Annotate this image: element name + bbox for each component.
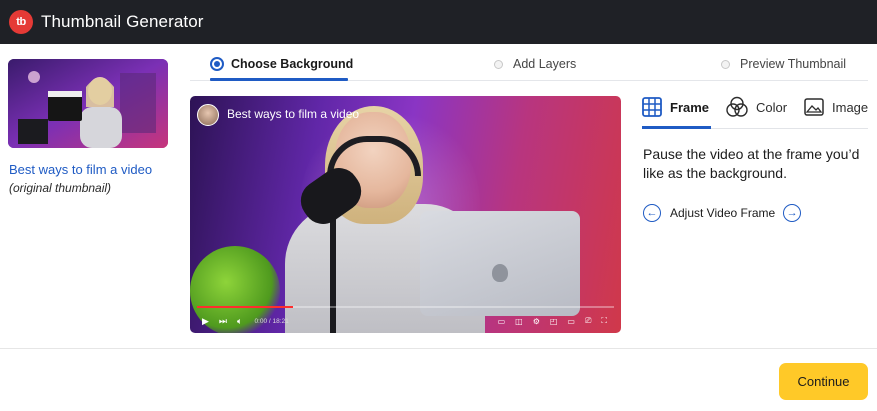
original-video-title[interactable]: Best ways to film a video: [9, 162, 152, 177]
tab-active-underline: [642, 126, 711, 129]
volume-icon[interactable]: 🔈︎: [237, 316, 242, 327]
step-active-radio-icon: [210, 57, 224, 71]
tab-label: Frame: [670, 99, 710, 115]
step-active-underline: [210, 78, 348, 81]
brand-logo: tb: [9, 10, 33, 34]
video-time: 0:00 / 18:21: [254, 317, 289, 325]
image-icon: [804, 98, 824, 116]
app-title: Thumbnail Generator: [41, 12, 204, 31]
step-label: Choose Background: [231, 57, 354, 71]
settings-gear-icon[interactable]: ⚙: [533, 317, 540, 326]
video-controls-right: ▭ ◫ ⚙ ◰ ▭ ⎚ ⛶: [498, 312, 607, 330]
color-circles-icon: [726, 96, 748, 117]
video-progress-fill: [197, 306, 293, 308]
tab-color[interactable]: Color: [726, 96, 787, 118]
original-thumbnail-image: [8, 59, 168, 148]
step-radio-icon: [721, 59, 730, 69]
miniplayer-icon[interactable]: ◰: [550, 317, 558, 326]
adjust-frame-label: Adjust Video Frame: [670, 206, 776, 220]
subtitles-icon[interactable]: ▭: [498, 317, 506, 326]
adjust-video-frame: ← Adjust Video Frame →: [643, 204, 802, 222]
step-preview-thumbnail[interactable]: Preview Thumbnail: [721, 57, 846, 71]
step-choose-background[interactable]: Choose Background: [210, 57, 353, 71]
channel-avatar[interactable]: [197, 104, 219, 126]
autoplay-icon[interactable]: ◫: [515, 317, 523, 326]
laptop-apple-logo-icon: [492, 264, 508, 282]
step-label: Preview Thumbnail: [740, 57, 847, 71]
app-header: tb Thumbnail Generator: [0, 0, 877, 44]
tab-image[interactable]: Image: [804, 96, 868, 118]
frame-grid-icon: [642, 97, 662, 117]
step-label: Add Layers: [513, 57, 577, 71]
continue-button[interactable]: Continue: [779, 363, 868, 400]
footer-divider: [0, 348, 877, 349]
original-thumbnail-label: (original thumbnail): [9, 181, 112, 195]
play-icon[interactable]: ▶: [202, 316, 209, 327]
next-icon[interactable]: ⏭: [219, 316, 227, 327]
tab-label: Image: [832, 99, 869, 115]
tab-label: Color: [756, 99, 788, 115]
fullscreen-icon[interactable]: ⛶: [601, 316, 607, 326]
step-add-layers[interactable]: Add Layers: [494, 57, 576, 71]
next-frame-arrow-icon[interactable]: →: [783, 204, 802, 222]
previous-frame-arrow-icon[interactable]: ←: [643, 204, 661, 222]
video-player[interactable]: Best ways to film a video ▶ ⏭ 🔈︎ 0:00 / …: [190, 96, 621, 333]
frame-instructions: Pause the video at the frame you’d like …: [643, 146, 860, 181]
theater-mode-icon[interactable]: ▭: [567, 317, 575, 326]
step-radio-icon: [494, 59, 503, 69]
background-tabs: Frame Color Image: [642, 96, 868, 129]
video-title[interactable]: Best ways to film a video: [227, 107, 359, 121]
cast-icon[interactable]: ⎚: [585, 316, 591, 326]
tab-frame[interactable]: Frame: [642, 96, 709, 118]
